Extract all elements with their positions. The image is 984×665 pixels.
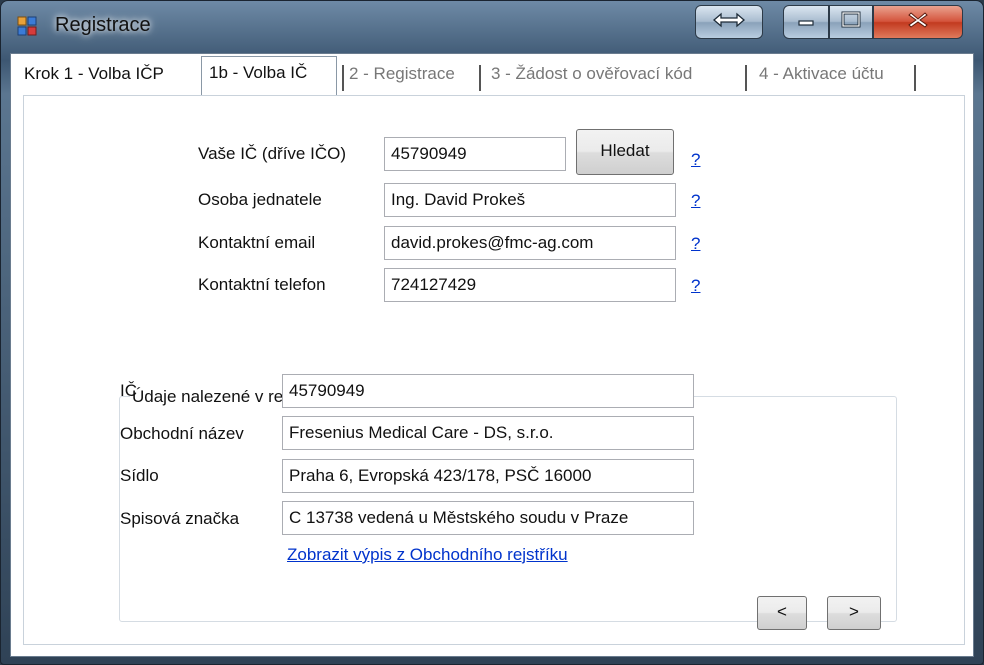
- registry-ic-field[interactable]: 45790949: [282, 374, 694, 408]
- tab-panel: Vaše IČ (dříve IČO) 45790949 Hledat ? Os…: [23, 95, 965, 645]
- email-label: Kontaktní email: [198, 233, 316, 252]
- next-button[interactable]: >: [827, 596, 881, 630]
- tab-1b-volba-ic[interactable]: 1b - Volba IČ: [201, 56, 337, 96]
- application-window: Registrace Krok 1 - Volba IČP 1b - Volba…: [0, 0, 984, 665]
- phone-input[interactable]: 724127429: [384, 268, 676, 302]
- tab-separator: [745, 65, 747, 91]
- tab-registrace[interactable]: 2 - Registrace: [349, 62, 477, 92]
- registry-file-label: Spisová značka: [120, 509, 240, 528]
- registry-name-field[interactable]: Fresenius Medical Care - DS, s.r.o.: [282, 416, 694, 450]
- close-icon: [907, 11, 929, 34]
- person-label: Osoba jednatele: [198, 190, 322, 209]
- previous-button[interactable]: <: [757, 596, 807, 630]
- registry-ic-label: IČ: [120, 381, 137, 400]
- ic-label: Vaše IČ (dříve IČO): [198, 144, 346, 163]
- maximize-icon: [840, 11, 862, 34]
- title-bar[interactable]: Registrace: [1, 1, 983, 53]
- tab-zadost-o-overovaci-kod[interactable]: 3 - Žádost o ověřovací kód: [491, 62, 747, 92]
- search-button[interactable]: Hledat: [576, 129, 674, 175]
- ic-help-link[interactable]: ?: [691, 150, 700, 170]
- email-input[interactable]: david.prokes@fmc-ag.com: [384, 226, 676, 260]
- registry-seat-field[interactable]: Praha 6, Evropská 423/178, PSČ 16000: [282, 459, 694, 493]
- tab-separator: [914, 65, 916, 91]
- phone-label: Kontaktní telefon: [198, 275, 326, 294]
- registry-seat-label: Sídlo: [120, 466, 159, 485]
- person-help-link[interactable]: ?: [691, 191, 700, 211]
- tab-krok-1[interactable]: Krok 1 - Volba IČP: [24, 62, 198, 92]
- app-window-icon: [17, 16, 37, 36]
- tab-separator: [479, 65, 481, 91]
- tab-strip: Krok 1 - Volba IČP 1b - Volba IČ 2 - Reg…: [11, 54, 973, 96]
- window-title: Registrace: [55, 14, 151, 36]
- minimize-icon: [796, 13, 816, 32]
- ic-input[interactable]: 45790949: [384, 137, 566, 171]
- resize-arrows-icon: [712, 12, 746, 33]
- resize-button[interactable]: [695, 5, 763, 39]
- registry-name-label: Obchodní název: [120, 424, 244, 443]
- client-area: Krok 1 - Volba IČP 1b - Volba IČ 2 - Reg…: [10, 53, 974, 657]
- close-button[interactable]: [873, 5, 963, 39]
- phone-help-link[interactable]: ?: [691, 276, 700, 296]
- commercial-register-link[interactable]: Zobrazit výpis z Obchodního rejstříku: [287, 545, 568, 565]
- tab-separator: [342, 65, 344, 91]
- tab-aktivace-uctu[interactable]: 4 - Aktivace účtu: [759, 62, 919, 92]
- email-help-link[interactable]: ?: [691, 234, 700, 254]
- registry-file-field[interactable]: C 13738 vedená u Městského soudu v Praze: [282, 501, 694, 535]
- maximize-button[interactable]: [829, 5, 873, 39]
- person-input[interactable]: Ing. David Prokeš: [384, 183, 676, 217]
- minimize-button[interactable]: [783, 5, 829, 39]
